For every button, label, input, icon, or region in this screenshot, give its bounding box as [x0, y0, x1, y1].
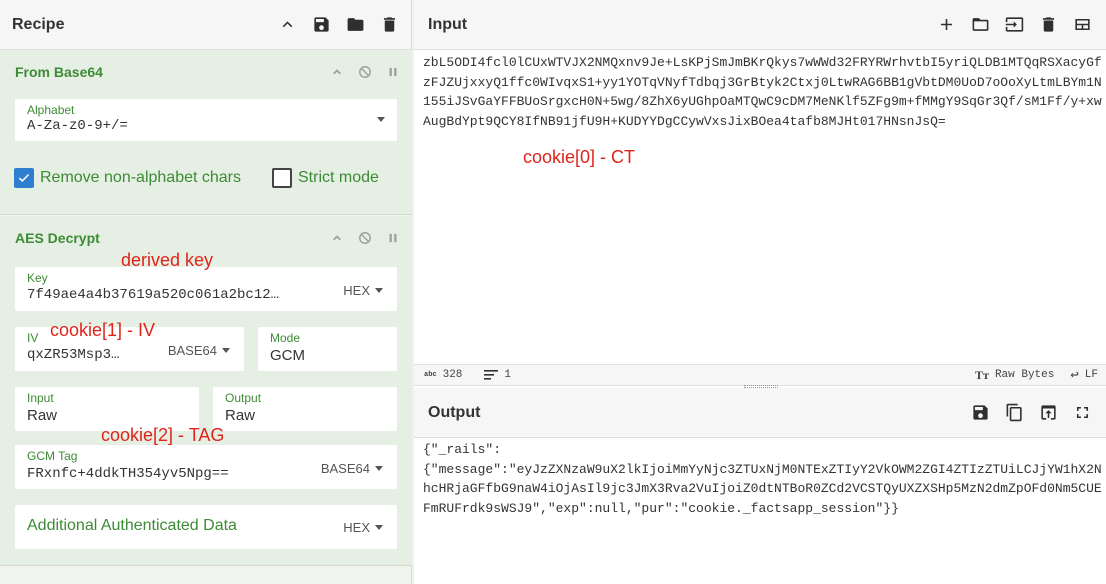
char-count-value: 328: [442, 369, 463, 381]
recipe-header: Recipe: [0, 0, 411, 50]
input-format-value: Raw: [27, 407, 58, 424]
recipe-title: Recipe: [12, 15, 65, 33]
replace-input-icon[interactable]: [1038, 403, 1058, 423]
key-field[interactable]: Key 7f49ae4a4b37619a520c061a2bc12… HEX: [15, 267, 397, 311]
gcm-tag-format-value: BASE64: [320, 461, 370, 476]
caret-down-icon: [222, 348, 230, 353]
input-status-bar: abc 328 1 Tт Raw Bytes ↩ LF: [414, 364, 1106, 386]
input-title: Input: [428, 15, 468, 33]
checkbox-unchecked-icon[interactable]: [272, 168, 292, 188]
pause-icon[interactable]: [386, 65, 400, 79]
mode-select[interactable]: Mode GCM: [258, 327, 397, 371]
output-textarea[interactable]: {"_rails": {"message":"eyJzZXNzaW9uX2lkI…: [423, 440, 1103, 580]
encoding-value: Raw Bytes: [994, 369, 1055, 381]
remove-non-alphabet-checkbox[interactable]: Remove non-alphabet chars: [14, 168, 241, 188]
iv-input[interactable]: qxZR53Msp3…: [27, 347, 137, 363]
strict-mode-label: Strict mode: [298, 169, 379, 186]
key-label: Key: [27, 271, 48, 285]
iv-label: IV: [27, 331, 39, 345]
lines-icon: [484, 370, 499, 380]
gcm-tag-format-dropdown[interactable]: BASE64: [321, 461, 383, 476]
char-count: abc 328: [424, 369, 462, 381]
copy-output-icon[interactable]: [1004, 403, 1024, 423]
io-panel: Input zbL5ODI4fcl0lCUxWTVJX2NMQxnv9Je+Ls…: [414, 0, 1106, 584]
output-header: Output: [414, 388, 1106, 438]
caret-down-icon: [375, 466, 383, 471]
text-format-icon: Tт: [975, 367, 989, 382]
encoding-selector[interactable]: Tт Raw Bytes: [975, 368, 1054, 383]
aad-field[interactable]: Additional Authenticated Data HEX: [15, 505, 397, 549]
disable-icon[interactable]: [358, 65, 372, 79]
load-recipe-icon[interactable]: [345, 15, 365, 35]
key-input[interactable]: 7f49ae4a4b37619a520c061a2bc12…: [27, 287, 319, 303]
clear-input-icon[interactable]: [1038, 15, 1058, 35]
cyberchef-app: Recipe From Base64 Alphabet A-Za-z0-9+/=…: [0, 0, 1106, 584]
output-format-label: Output: [225, 391, 262, 405]
output-format-value: Raw: [225, 407, 256, 424]
caret-down-icon: [377, 117, 385, 122]
recipe-panel: Recipe From Base64 Alphabet A-Za-z0-9+/=…: [0, 0, 412, 584]
checkbox-checked-icon[interactable]: [14, 168, 34, 188]
reset-layout-icon[interactable]: [1072, 15, 1092, 35]
key-format-dropdown[interactable]: HEX: [343, 283, 383, 298]
iv-format-dropdown[interactable]: BASE64: [168, 343, 230, 358]
from-base64-operation: From Base64 Alphabet A-Za-z0-9+/= Remove…: [0, 50, 412, 215]
aad-label: Additional Authenticated Data: [27, 517, 237, 534]
mode-value: GCM: [270, 347, 305, 364]
gcm-tag-input[interactable]: FRxnfc+4ddkTH354yv5Npg==: [27, 466, 229, 482]
output-format-select[interactable]: Output Raw: [213, 387, 397, 431]
eol-selector[interactable]: ↩ LF: [1070, 367, 1098, 384]
annotation-iv: cookie[1] - IV: [50, 320, 156, 340]
save-output-icon[interactable]: [970, 403, 990, 423]
input-textarea[interactable]: zbL5ODI4fcl0lCUxWTVJX2NMQxnv9Je+LsKPjSmJ…: [423, 53, 1103, 353]
pause-icon[interactable]: [386, 231, 400, 245]
chevron-up-icon[interactable]: [330, 231, 344, 245]
alphabet-select[interactable]: Alphabet A-Za-z0-9+/=: [15, 99, 397, 141]
key-format-value: HEX: [343, 283, 370, 298]
abc-icon: abc: [424, 371, 437, 379]
collapse-all-icon[interactable]: [277, 15, 297, 35]
add-tab-icon[interactable]: [936, 15, 956, 35]
alphabet-label: Alphabet: [27, 103, 75, 117]
strict-mode-checkbox[interactable]: Strict mode: [272, 168, 379, 188]
gcm-tag-label: GCM Tag: [27, 449, 78, 463]
from-base64-title: From Base64: [15, 64, 103, 80]
input-format-label: Input: [27, 391, 54, 405]
open-file-icon[interactable]: [1004, 15, 1024, 35]
alphabet-value: A-Za-z0-9+/=: [27, 118, 128, 134]
aad-format-dropdown[interactable]: HEX: [343, 520, 383, 535]
caret-down-icon: [375, 525, 383, 530]
caret-down-icon: [375, 288, 383, 293]
chevron-up-icon[interactable]: [330, 65, 344, 79]
clear-recipe-icon[interactable]: [379, 15, 399, 35]
line-count: 1: [484, 369, 511, 381]
maximize-icon[interactable]: [1072, 403, 1092, 423]
line-count-value: 1: [504, 369, 512, 381]
disable-icon[interactable]: [358, 231, 372, 245]
save-recipe-icon[interactable]: [311, 15, 331, 35]
mode-label: Mode: [270, 331, 301, 345]
annotation-ct: cookie[0] - CT: [523, 147, 636, 167]
open-folder-icon[interactable]: [970, 15, 990, 35]
input-header: Input: [414, 0, 1106, 50]
annotation-derived-key: derived key: [121, 250, 214, 270]
annotation-tag: cookie[2] - TAG: [101, 425, 225, 445]
aes-decrypt-title: AES Decrypt: [15, 230, 100, 246]
iv-format-value: BASE64: [167, 343, 217, 358]
aad-format-value: HEX: [343, 520, 370, 535]
output-title: Output: [428, 403, 481, 421]
gcm-tag-field[interactable]: GCM Tag FRxnfc+4ddkTH354yv5Npg== BASE64: [15, 445, 397, 489]
remove-non-alphabet-label: Remove non-alphabet chars: [40, 169, 242, 186]
eol-value: LF: [1084, 369, 1098, 381]
return-icon: ↩: [1070, 367, 1079, 384]
